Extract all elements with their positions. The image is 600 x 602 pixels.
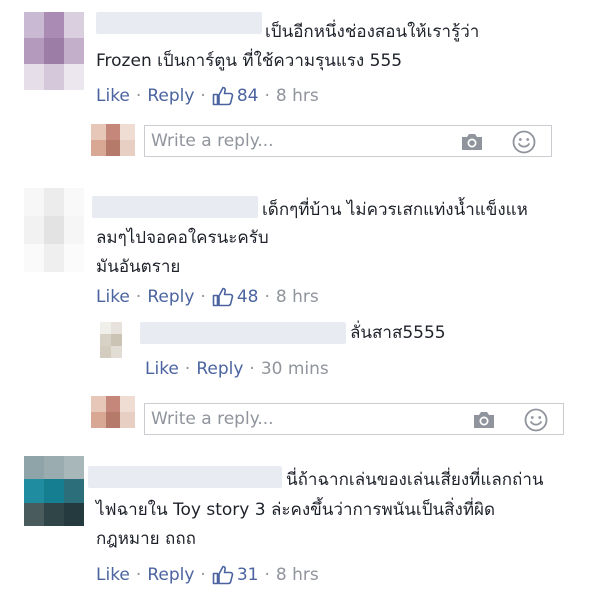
- like-link[interactable]: Like: [145, 357, 179, 381]
- comment-text-line: ไฟฉายใน Toy story 3 ล่ะคงขึ้นว่าการพนันเ…: [96, 500, 496, 520]
- thumbs-up-icon: [212, 565, 234, 585]
- reply-link[interactable]: Reply: [196, 357, 243, 381]
- commenter-name[interactable]: [92, 196, 258, 218]
- separator: ·: [249, 359, 255, 379]
- reply-input-box[interactable]: [144, 403, 564, 435]
- like-count-value: 48: [236, 287, 259, 307]
- timestamp[interactable]: 8 hrs: [276, 563, 319, 587]
- replier-name[interactable]: [140, 322, 346, 344]
- comment-text-line: นี่ถ้าฉากเล่นของเล่นเสี่ยงที่แลกถ่าน: [286, 470, 544, 490]
- separator: ·: [264, 565, 270, 585]
- comment-actions: Like · Reply · 84 · 8 hrs: [96, 84, 319, 108]
- reply-input-box[interactable]: [144, 125, 552, 157]
- commenter-name[interactable]: [88, 466, 282, 488]
- comment-actions: Like · Reply · 48 · 8 hrs: [96, 285, 319, 309]
- separator: ·: [264, 287, 270, 307]
- reply-link[interactable]: Reply: [147, 285, 194, 309]
- separator: ·: [200, 287, 206, 307]
- comment-text-line: เด็กๆที่บ้าน ไม่ควรเสกแท่งน้ำแข็งแห: [262, 200, 528, 220]
- comment-actions: Like · Reply · 31 · 8 hrs: [96, 563, 319, 587]
- like-link[interactable]: Like: [96, 285, 130, 309]
- smiley-icon[interactable]: [511, 129, 537, 155]
- like-link[interactable]: Like: [96, 563, 130, 587]
- smiley-icon[interactable]: [523, 407, 549, 433]
- camera-icon[interactable]: [471, 407, 497, 433]
- current-user-avatar: [91, 124, 135, 156]
- comment-avatar[interactable]: [24, 456, 84, 526]
- timestamp[interactable]: 30 mins: [261, 357, 329, 381]
- like-count[interactable]: 84: [212, 84, 259, 108]
- comment-avatar[interactable]: [24, 12, 84, 90]
- like-link[interactable]: Like: [96, 84, 130, 108]
- reply-actions: Like · Reply · 30 mins: [145, 357, 329, 381]
- camera-icon[interactable]: [459, 129, 485, 155]
- like-count-value: 84: [236, 86, 259, 106]
- reply-link[interactable]: Reply: [147, 563, 194, 587]
- comment-text-line: กฎหมาย ถถถ: [96, 529, 196, 549]
- timestamp[interactable]: 8 hrs: [276, 84, 319, 108]
- separator: ·: [200, 565, 206, 585]
- separator: ·: [200, 86, 206, 106]
- separator: ·: [264, 86, 270, 106]
- current-user-avatar: [91, 396, 135, 428]
- like-count[interactable]: 31: [212, 563, 259, 587]
- reply-text: ลั่นสาส5555: [350, 323, 446, 343]
- comment-text-line: มันอันตราย: [96, 257, 181, 277]
- comment-text-line: ลมๆไปจอคอใครนะครับ: [96, 228, 269, 248]
- separator: ·: [135, 565, 142, 585]
- separator: ·: [135, 287, 142, 307]
- reply-input[interactable]: [151, 406, 441, 432]
- reply-avatar[interactable]: [100, 322, 122, 358]
- separator: ·: [184, 359, 191, 379]
- comment-text-line: Frozen เป็นการ์ตูน ที่ใช้ความรุนแรง 555: [96, 51, 403, 71]
- commenter-name[interactable]: [96, 12, 262, 34]
- separator: ·: [135, 86, 142, 106]
- timestamp[interactable]: 8 hrs: [276, 285, 319, 309]
- comment-avatar[interactable]: [24, 188, 84, 272]
- reply-input[interactable]: [151, 128, 441, 154]
- thumbs-up-icon: [212, 86, 234, 106]
- comment-text-line: เป็นอีกหนึ่งช่องสอนให้เรารู้ว่า: [265, 22, 480, 42]
- reply-link[interactable]: Reply: [147, 84, 194, 108]
- thumbs-up-icon: [212, 287, 234, 307]
- like-count-value: 31: [236, 565, 259, 585]
- like-count[interactable]: 48: [212, 285, 259, 309]
